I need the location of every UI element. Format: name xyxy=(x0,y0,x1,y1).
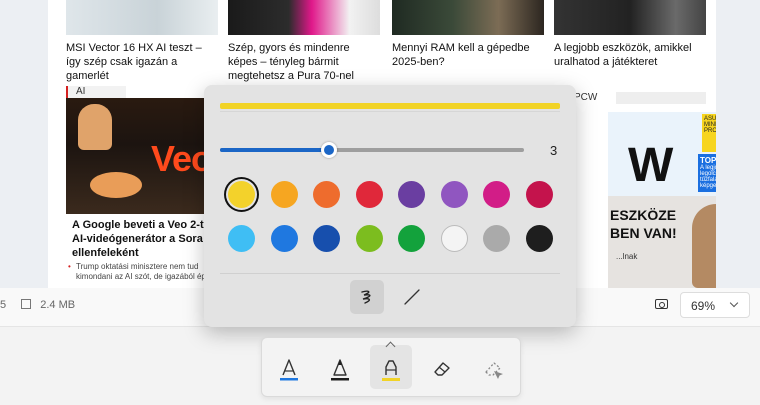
article-title[interactable]: A legjobb eszközök, amikkel uralhatod a … xyxy=(554,41,706,69)
thickness-value: 3 xyxy=(550,143,558,158)
slider-thumb[interactable] xyxy=(321,142,338,158)
veo-logo-text: Veo xyxy=(151,138,213,179)
color-swatch-light-blue[interactable] xyxy=(228,225,255,252)
freehand-stroke-icon xyxy=(361,290,371,304)
meditating-figure xyxy=(90,172,142,198)
color-swatch-gray[interactable] xyxy=(483,225,510,252)
section-label-ai[interactable]: AI xyxy=(66,86,126,98)
ad-person-image xyxy=(692,204,716,288)
ballpoint-pen-tool[interactable] xyxy=(268,345,310,389)
color-swatch-violet[interactable] xyxy=(440,181,468,208)
article-card[interactable]: Szép, gyors és mindenre képes – tényleg … xyxy=(228,0,380,83)
person-figure xyxy=(78,104,112,150)
color-swatch-magenta[interactable] xyxy=(483,181,510,208)
article-card[interactable]: MSI Vector 16 HX AI teszt – így szép csa… xyxy=(66,0,218,83)
ad-top-banner: W ASUS MINIPC/LAPTOP PRO TOPLISTÁK A leg… xyxy=(608,112,716,196)
page-fragment: 5 xyxy=(0,299,7,311)
pencil-icon xyxy=(331,359,349,381)
ad-bottom-banner: ESZKÖZE BEN VAN! ...lnak xyxy=(608,196,716,288)
select-lasso-icon xyxy=(485,362,503,379)
ad-blue-title: TOPLISTÁK xyxy=(700,156,716,165)
straight-line-button[interactable] xyxy=(395,280,429,314)
status-left: 5 2.4 MB xyxy=(0,299,81,311)
ballpoint-pen-icon xyxy=(280,359,298,381)
zoom-value: 69% xyxy=(691,299,716,313)
ad-headline: ESZKÖZE BEN VAN! xyxy=(610,206,677,242)
color-swatch-yellow[interactable] xyxy=(228,181,255,208)
ad-headline-line: BEN VAN! xyxy=(610,225,677,241)
chevron-up-icon xyxy=(385,341,396,352)
color-swatch-crimson[interactable] xyxy=(525,181,553,208)
file-size: 2.4 MB xyxy=(40,299,76,311)
ad-small-text: ...lnak xyxy=(616,252,638,261)
straight-line-icon xyxy=(404,289,420,305)
color-swatch-green[interactable] xyxy=(398,225,425,252)
article-card[interactable]: Mennyi RAM kell a gépedbe 2025-ben? xyxy=(392,0,544,69)
ad-big-letter: W xyxy=(628,139,674,192)
color-swatch-blue[interactable] xyxy=(270,225,298,252)
slider-fill xyxy=(220,148,330,152)
ad-headline-line: ESZKÖZE xyxy=(610,207,677,223)
color-swatch-white[interactable] xyxy=(440,225,468,252)
thickness-slider[interactable] xyxy=(220,142,524,158)
eraser-icon xyxy=(434,362,450,376)
color-swatch-lime-green[interactable] xyxy=(355,225,383,252)
article-title[interactable]: Szép, gyors és mindenre képes – tényleg … xyxy=(228,41,380,83)
section-bar xyxy=(616,92,706,104)
color-swatch-orange[interactable] xyxy=(270,181,298,208)
article-title[interactable]: Mennyi RAM kell a gépedbe 2025-ben? xyxy=(392,41,544,69)
ai-article-title[interactable]: A Google beveti a Veo 2-t, AI-videógener… xyxy=(72,218,222,260)
screenshot-icon[interactable] xyxy=(655,299,668,309)
eraser-tool[interactable] xyxy=(421,345,463,389)
article-card[interactable]: A legjobb eszközök, amikkel uralhatod a … xyxy=(554,0,706,69)
shape-divider xyxy=(220,273,560,274)
section-label-pcw[interactable]: PCW xyxy=(574,92,597,103)
pencil-tool[interactable] xyxy=(319,345,361,389)
chevron-down-icon xyxy=(729,298,739,308)
article-thumbnail xyxy=(554,0,706,35)
drawing-toolbar xyxy=(261,337,521,397)
advertisement[interactable]: W ASUS MINIPC/LAPTOP PRO TOPLISTÁK A leg… xyxy=(608,112,716,288)
ad-blue-text: A legjobb legolcsóbb tűzfalak AI képgene… xyxy=(700,165,716,189)
color-swatch-dark-blue[interactable] xyxy=(313,225,340,252)
ai-article-image[interactable]: Veo xyxy=(66,98,218,214)
article-thumbnail xyxy=(66,0,218,35)
highlighter-icon xyxy=(382,360,400,381)
preview-divider xyxy=(220,111,560,112)
ad-yellow-box: ASUS MINIPC/LAPTOP PRO xyxy=(702,114,716,152)
color-swatch-black[interactable] xyxy=(525,225,553,252)
article-title[interactable]: MSI Vector 16 HX AI teszt – így szép csa… xyxy=(66,41,218,83)
save-icon xyxy=(21,299,32,309)
color-swatch-orange-red[interactable] xyxy=(313,181,340,208)
select-lasso-tool[interactable] xyxy=(472,345,514,389)
ad-blue-box: TOPLISTÁK A legjobb legolcsóbb tűzfalak … xyxy=(698,154,716,192)
article-thumbnail xyxy=(228,0,380,35)
stroke-preview xyxy=(220,103,560,109)
zoom-select[interactable]: 69% xyxy=(680,292,750,318)
article-thumbnail xyxy=(392,0,544,35)
color-swatch-purple[interactable] xyxy=(398,181,425,208)
pen-settings-popup: 3 xyxy=(204,85,576,327)
color-swatch-red[interactable] xyxy=(355,181,383,208)
freehand-stroke-button[interactable] xyxy=(350,280,384,314)
highlighter-tool[interactable] xyxy=(370,341,412,389)
